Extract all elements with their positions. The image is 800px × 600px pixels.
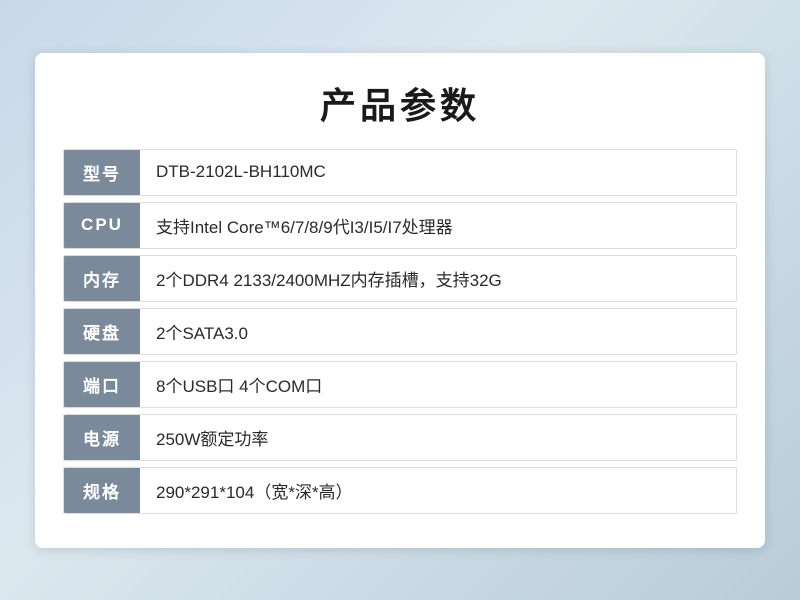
spec-value-3: 2个SATA3.0 (140, 309, 736, 354)
spec-row: 内存2个DDR4 2133/2400MHZ内存插槽，支持32G (63, 255, 737, 302)
spec-row: 硬盘2个SATA3.0 (63, 308, 737, 355)
spec-value-4: 8个USB口 4个COM口 (140, 362, 736, 407)
spec-row: 型号 DTB-2102L-BH110MC (63, 149, 737, 196)
spec-label-3: 硬盘 (64, 309, 140, 354)
page-title: 产品参数 (63, 77, 737, 129)
spec-label-6: 规格 (64, 468, 140, 513)
spec-table: 型号 DTB-2102L-BH110MCCPU支持Intel Core™6/7/… (63, 149, 737, 514)
spec-value-0: DTB-2102L-BH110MC (140, 150, 736, 195)
spec-label-4: 端口 (64, 362, 140, 407)
spec-label-1: CPU (64, 203, 140, 248)
spec-row: CPU支持Intel Core™6/7/8/9代I3/I5/I7处理器 (63, 202, 737, 249)
spec-row: 端口8个USB口 4个COM口 (63, 361, 737, 408)
spec-row: 规格290*291*104（宽*深*高） (63, 467, 737, 514)
spec-label-2: 内存 (64, 256, 140, 301)
spec-value-2: 2个DDR4 2133/2400MHZ内存插槽，支持32G (140, 256, 736, 301)
spec-label-0: 型号 (64, 150, 140, 195)
spec-value-5: 250W额定功率 (140, 415, 736, 460)
product-spec-card: 产品参数 型号 DTB-2102L-BH110MCCPU支持Intel Core… (35, 53, 765, 548)
spec-label-5: 电源 (64, 415, 140, 460)
spec-value-6: 290*291*104（宽*深*高） (140, 468, 736, 513)
spec-row: 电源250W额定功率 (63, 414, 737, 461)
spec-value-1: 支持Intel Core™6/7/8/9代I3/I5/I7处理器 (140, 203, 736, 248)
